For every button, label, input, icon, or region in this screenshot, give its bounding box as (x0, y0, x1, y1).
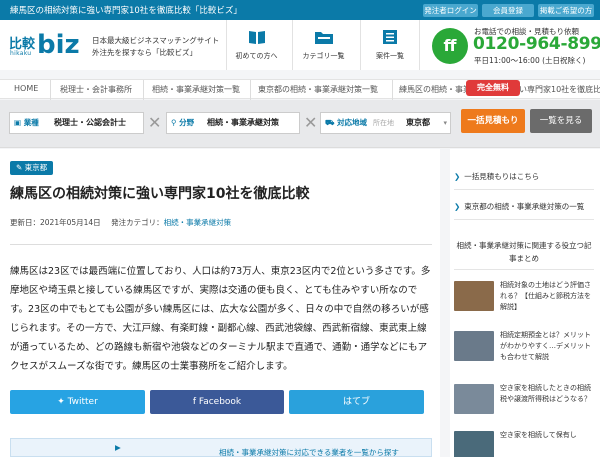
logo-biz-text: biz (37, 30, 80, 60)
tagline-line-2: 外注先を探すなら「比較ビズ」 (92, 48, 197, 57)
nav-first-time-label: 初めての方へ (235, 52, 278, 60)
free-badge: 完全無料 (466, 80, 520, 96)
related-article-2[interactable]: 相続定期預金とは？メリットがわかりやすく…デメリットも合わせて解説 (454, 331, 596, 371)
related-article-title: 相続定期預金とは？メリットがわかりやすく…デメリットも合わせて解説 (500, 331, 591, 361)
related-article-title: 空き家を相続して保有し (500, 431, 577, 439)
breadcrumb-tax-accountant[interactable]: 税理士・会計事務所 (60, 84, 132, 95)
page-title: 練馬区の相続対策に強い専門家10社を徹底比較 (10, 186, 310, 202)
twitter-icon: ✦ (57, 397, 68, 407)
nav-projects[interactable]: 案件一覧 (360, 20, 420, 70)
field-label: ⚲ 分野 (167, 113, 199, 133)
times-icon: ✕ (304, 113, 318, 132)
sidebar-link-tokyo-list[interactable]: ❯ 東京都の相続・事業承継対策の一覧 (454, 201, 584, 212)
breadcrumb-separator (43, 80, 51, 100)
industry-select[interactable]: ▣ 業種 税理士・公認会計士 (9, 112, 144, 134)
article-thumbnail (454, 331, 494, 361)
site-header: 比較 hikaku biz 日本最大級ビジネスマッチングサイト 外注先を探すなら… (0, 20, 600, 70)
tagline-line-1: 日本最大級ビジネスマッチングサイト (92, 36, 220, 45)
freedial-logo: ff (432, 28, 468, 64)
divider (454, 219, 594, 220)
tagline: 日本最大級ビジネスマッチングサイト 外注先を探すなら「比較ビズ」 (92, 35, 222, 59)
area-value: 東京都 (406, 118, 430, 127)
related-article-title: 空き家を相続したときの相続税や譲渡所得税はどうなる？ (500, 384, 591, 403)
updated-date: 更新日：2021年05月14日 (10, 218, 101, 227)
breadcrumb-separator (136, 80, 144, 100)
nav-categories-label: カテゴリ一覧 (302, 52, 345, 60)
view-list-button[interactable]: 一覧を見る (530, 109, 592, 133)
article-body: 練馬区は23区では最西端に位置しており、人口は約73万人、東京23区内で2位とい… (10, 266, 431, 372)
divider (10, 244, 432, 245)
logo-hikaku-en-text: hikaku (10, 50, 32, 57)
article-thumbnail (454, 431, 494, 457)
chevron-right-icon: ❯ (454, 202, 461, 211)
area-select[interactable]: ⛟ 対応地域 所在地 東京都 ▾ (320, 112, 451, 134)
related-article-4[interactable]: 空き家を相続して保有し (454, 431, 596, 457)
car-icon: ⛟ (325, 118, 338, 127)
sidebar: ❯ 一括見積もりはこちら ❯ 東京都の相続・事業承継対策の一覧 相続・事業承継対策に… (450, 149, 600, 457)
phone-hours: 平日11:00〜16:00 (土日祝除く) (474, 56, 586, 65)
chevron-down-icon: ▾ (443, 119, 447, 127)
field-select[interactable]: ⚲ 分野 相続・事業承継対策 (166, 112, 300, 134)
region-tag[interactable]: ✎ 東京都 (10, 161, 54, 175)
article-main: ✎ 東京都 練馬区の相続対策に強い専門家10社を徹底比較 更新日：2021年05… (0, 149, 440, 457)
divider (454, 189, 594, 190)
site-description: 練馬区の相続対策に強い専門家10社を徹底比較「比較ビズ」 (10, 6, 242, 16)
share-facebook-button[interactable]: f Facebook (150, 390, 284, 414)
article-meta: 更新日：2021年05月14日 発注カテゴリ：相続・事業承継対策 (10, 217, 231, 228)
related-article-3[interactable]: 空き家を相続したときの相続税や譲渡所得税はどうなる？ (454, 384, 596, 424)
article-thumbnail (454, 384, 494, 414)
category-prefix: 発注カテゴリ： (111, 218, 164, 227)
nav-projects-label: 案件一覧 (376, 52, 404, 60)
vendor-list-link[interactable]: ▶ 相続・事業承継対策に対応できる業者を一覧から探す (10, 438, 432, 457)
listing-request-button[interactable]: 掲載ご希望の方 (538, 4, 594, 17)
nav-categories[interactable]: カテゴリ一覧 (292, 20, 354, 70)
industry-label: ▣ 業種 (10, 113, 43, 133)
tag-icon: ✎ (16, 163, 25, 172)
sidebar-link-bulk-quote[interactable]: ❯ 一括見積もりはこちら (454, 171, 539, 182)
related-article-title: 相続対象の土地はどう評価される？【仕組みと節税方法を解説】 (500, 281, 591, 311)
phone-number[interactable]: 0120-964-899 (473, 34, 600, 54)
breadcrumb-tokyo-list[interactable]: 東京都の相続・事業承継対策一覧 (258, 84, 378, 95)
document-list-icon (381, 29, 399, 49)
vendor-list-link-text: ▶ 相続・事業承継対策に対応できる業者を一覧から探す (115, 443, 399, 457)
breadcrumb-separator (385, 80, 393, 100)
related-article-1[interactable]: 相続対象の土地はどう評価される？【仕組みと節税方法を解説】 (454, 281, 596, 321)
breadcrumb-home[interactable]: HOME (14, 84, 38, 93)
field-value: 相続・事業承継対策 (207, 118, 279, 127)
briefcase-icon: ▣ (14, 118, 24, 127)
related-articles-heading: 相続・事業承継対策に関連する役立つ記事まとめ (456, 241, 592, 263)
top-bar: 練馬区の相続対策に強い専門家10社を徹底比較「比較ビズ」 発注者ログイン 会員登… (0, 0, 600, 20)
breadcrumb-inheritance-list[interactable]: 相続・事業承継対策一覧 (152, 84, 240, 95)
register-button[interactable]: 会員登録 (482, 4, 534, 17)
area-placeholder: 所在地 (373, 119, 394, 127)
article-thumbnail (454, 281, 494, 311)
book-icon (248, 29, 266, 49)
chevron-right-icon: ❯ (454, 172, 461, 181)
divider (454, 269, 594, 270)
area-label: ⛟ 対応地域 (321, 113, 372, 133)
bulk-quote-button[interactable]: 一括見積もり (461, 109, 525, 133)
share-hatena-button[interactable]: はてブ (289, 390, 424, 414)
folder-icon (314, 29, 334, 49)
share-twitter-button[interactable]: ✦ Twitter (10, 390, 145, 414)
login-button[interactable]: 発注者ログイン (423, 4, 478, 17)
times-icon: ✕ (148, 113, 162, 132)
nav-first-time[interactable]: 初めての方へ (226, 20, 286, 70)
category-link[interactable]: 相続・事業承継対策 (164, 218, 232, 227)
site-logo[interactable]: 比較 hikaku biz (9, 30, 83, 65)
search-icon: ⚲ (171, 118, 180, 127)
breadcrumb-separator (243, 80, 251, 100)
industry-value: 税理士・公認会計士 (54, 118, 126, 127)
